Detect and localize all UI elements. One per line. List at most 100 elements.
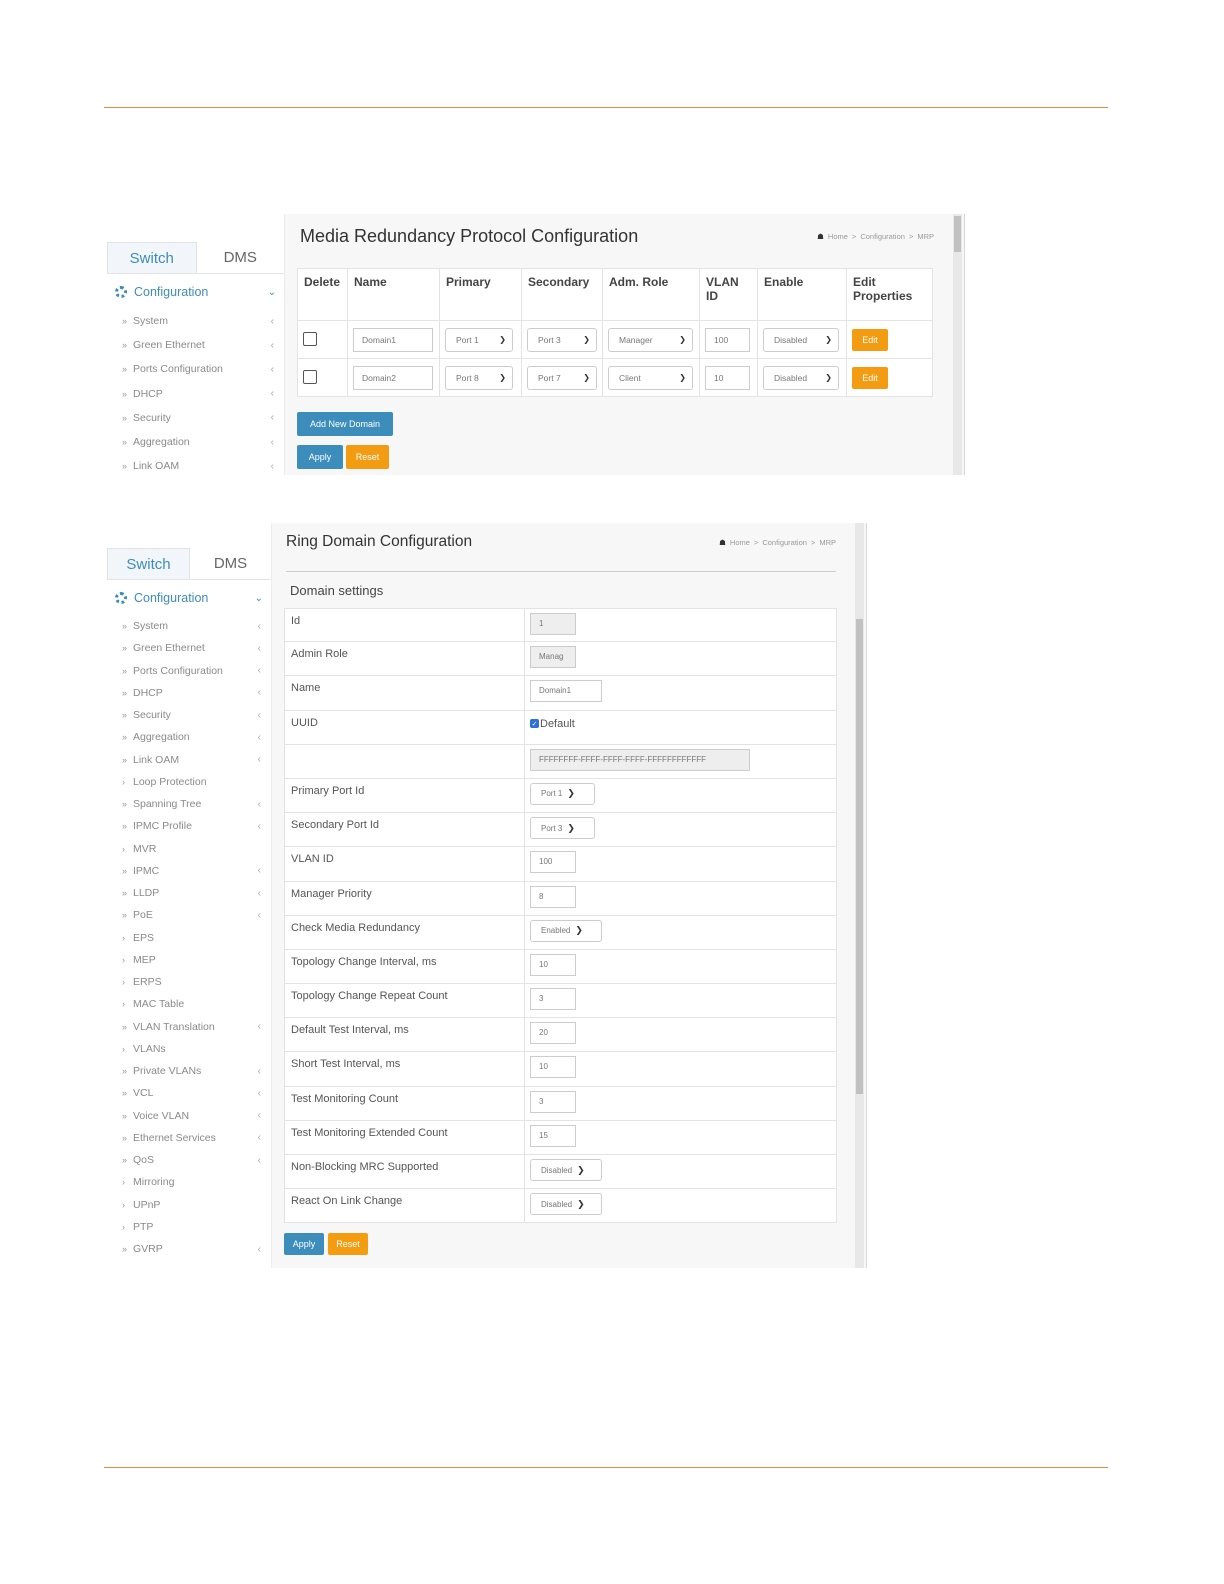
sidebar-item-aggregation[interactable]: » Aggregation ‹ [107, 430, 284, 454]
delete-checkbox[interactable] [303, 369, 317, 384]
double-chevron-right-icon: » [122, 665, 128, 676]
domain-name-input[interactable]: Domain2 [353, 365, 433, 390]
enable-select[interactable]: Disabled ❯ [763, 327, 839, 352]
sidebar-item-private-vlans[interactable]: » Private VLANs ‹ [107, 1060, 271, 1082]
vlan-id-input[interactable]: 100 [530, 851, 576, 874]
breadcrumb-configuration[interactable]: Configuration [860, 232, 905, 241]
breadcrumb-configuration[interactable]: Configuration [762, 538, 807, 547]
sidebar-item-mep[interactable]: › MEP [107, 949, 271, 971]
primary-port-select[interactable]: Port 1 ❯ [445, 327, 513, 352]
configuration-menu-header[interactable]: Configuration ⌄ [107, 584, 271, 612]
tab-switch[interactable]: Switch [107, 242, 197, 273]
default-test-input[interactable]: 20 [530, 1022, 576, 1045]
primary-port-select[interactable]: Port 8 ❯ [445, 365, 513, 390]
sidebar-item-poe[interactable]: » PoE ‹ [107, 904, 271, 926]
setting-label: Manager Priority [285, 881, 525, 915]
sidebar-item-eps[interactable]: › EPS [107, 927, 271, 949]
vlan-id-input[interactable]: 100 [705, 327, 750, 352]
sidebar-item-ipmc-profile[interactable]: » IPMC Profile ‹ [107, 815, 271, 837]
react-link-select[interactable]: Disabled ❯ [530, 1193, 602, 1216]
breadcrumb-home[interactable]: Home [730, 538, 750, 547]
edit-button[interactable]: Edit [852, 328, 888, 351]
tab-switch[interactable]: Switch [107, 548, 190, 579]
sidebar-item-voice-vlan[interactable]: » Voice VLAN ‹ [107, 1105, 271, 1127]
breadcrumb-mrp: MRP [917, 232, 934, 241]
manager-priority-input[interactable]: 8 [530, 885, 576, 908]
sidebar-item-qos[interactable]: » QoS ‹ [107, 1149, 271, 1171]
secondary-port-select[interactable]: Port 7 ❯ [527, 365, 597, 390]
apply-button[interactable]: Apply [284, 1233, 324, 1255]
sidebar-item-aggregation[interactable]: » Aggregation ‹ [107, 726, 271, 748]
uuid-default-checkbox[interactable]: ✓ Default [530, 718, 575, 730]
domain-name-input[interactable]: Domain1 [353, 327, 433, 352]
primary-port-select[interactable]: Port 1 ❯ [530, 782, 595, 805]
scrollbar-thumb[interactable] [954, 216, 961, 252]
sidebar-item-mac-table[interactable]: › MAC Table [107, 993, 271, 1015]
sidebar-item-ethernet-services[interactable]: » Ethernet Services ‹ [107, 1127, 271, 1149]
chevron-down-icon: ❯ [567, 822, 575, 833]
apply-button[interactable]: Apply [297, 445, 343, 469]
scrollbar[interactable] [953, 214, 962, 475]
sidebar-item-link-oam[interactable]: » Link OAM ‹ [107, 454, 284, 475]
sidebar-item-ports-configuration[interactable]: » Ports Configuration ‹ [107, 357, 284, 381]
breadcrumb-home[interactable]: Home [828, 232, 848, 241]
scrollbar-thumb[interactable] [856, 619, 863, 1094]
scrollbar[interactable] [855, 523, 864, 1268]
configuration-menu-header[interactable]: Configuration ⌄ [107, 278, 284, 306]
sidebar-item-vcl[interactable]: » VCL ‹ [107, 1082, 271, 1104]
sidebar-item-green-ethernet[interactable]: » Green Ethernet ‹ [107, 637, 271, 659]
secondary-port-select[interactable]: Port 3 ❯ [530, 817, 595, 840]
sidebar-item-ipmc[interactable]: » IPMC ‹ [107, 860, 271, 882]
test-mon-ext-input[interactable]: 15 [530, 1124, 576, 1147]
chevron-left-icon: ‹ [257, 1065, 261, 1077]
sidebar-item-spanning-tree[interactable]: » Spanning Tree ‹ [107, 793, 271, 815]
sidebar-item-security[interactable]: » Security ‹ [107, 406, 284, 430]
adm-role-select[interactable]: Manager ❯ [608, 327, 693, 352]
sidebar-item-green-ethernet[interactable]: » Green Ethernet ‹ [107, 333, 284, 357]
tab-dms[interactable]: DMS [190, 548, 271, 579]
test-mon-input[interactable]: 3 [530, 1090, 576, 1113]
check-media-select[interactable]: Enabled ❯ [530, 919, 602, 942]
sidebar-item-gvrp[interactable]: » GVRP ‹ [107, 1238, 271, 1260]
sidebar-item-ptp[interactable]: › PTP [107, 1216, 271, 1238]
sidebar-item-mirroring[interactable]: › Mirroring [107, 1171, 271, 1193]
sidebar-item-loop-protection[interactable]: › Loop Protection [107, 771, 271, 793]
page-title: Media Redundancy Protocol Configuration [300, 226, 639, 246]
setting-row-test-mon-ext: Test Monitoring Extended Count 15 [284, 1120, 837, 1155]
tab-dms[interactable]: DMS [197, 242, 285, 273]
chevron-down-icon: ❯ [499, 335, 506, 344]
delete-checkbox[interactable] [303, 331, 317, 346]
sidebar-item-mvr[interactable]: › MVR [107, 838, 271, 860]
sidebar-item-link-oam[interactable]: » Link OAM ‹ [107, 749, 271, 771]
topo-interval-input[interactable]: 10 [530, 953, 576, 976]
sidebar-item-lldp[interactable]: » LLDP ‹ [107, 882, 271, 904]
chevron-down-icon: ❯ [577, 1198, 585, 1209]
add-new-domain-button[interactable]: Add New Domain [297, 412, 393, 436]
sidebar-item-label: Link OAM [133, 753, 180, 766]
sidebar-item-system[interactable]: » System ‹ [107, 309, 284, 333]
sidebar-item-security[interactable]: » Security ‹ [107, 704, 271, 726]
sidebar-item-erps[interactable]: › ERPS [107, 971, 271, 993]
short-test-input[interactable]: 10 [530, 1056, 576, 1079]
sidebar-item-system[interactable]: » System ‹ [107, 615, 271, 637]
sidebar-item-upnp[interactable]: › UPnP [107, 1194, 271, 1216]
adm-role-select[interactable]: Client ❯ [608, 365, 693, 390]
edit-button[interactable]: Edit [852, 366, 888, 389]
sidebar-item-dhcp[interactable]: » DHCP ‹ [107, 682, 271, 704]
secondary-port-select[interactable]: Port 3 ❯ [527, 327, 597, 352]
nonblocking-select[interactable]: Disabled ❯ [530, 1159, 602, 1181]
sidebar-item-vlan-translation[interactable]: » VLAN Translation ‹ [107, 1016, 271, 1038]
col-secondary: Secondary [521, 268, 603, 321]
sidebar-item-vlans[interactable]: › VLANs [107, 1038, 271, 1060]
mrp-config-screenshot: Switch DMS Configuration ⌄ » System ‹ » Gree… [107, 214, 965, 475]
sidebar-item-ports-configuration[interactable]: » Ports Configuration ‹ [107, 660, 271, 682]
page-header: Ring Domain Configuration ☗ Home > Confi… [286, 533, 836, 551]
name-input[interactable]: Domain1 [530, 680, 602, 703]
vlan-id-input[interactable]: 10 [705, 365, 750, 390]
reset-button[interactable]: Reset [328, 1233, 368, 1255]
enable-select[interactable]: Disabled ❯ [763, 365, 839, 390]
main-content: Ring Domain Configuration ☗ Home > Confi… [272, 523, 866, 1268]
topo-repeat-input[interactable]: 3 [530, 988, 576, 1011]
reset-button[interactable]: Reset [346, 445, 389, 469]
sidebar-item-dhcp[interactable]: » DHCP ‹ [107, 382, 284, 406]
